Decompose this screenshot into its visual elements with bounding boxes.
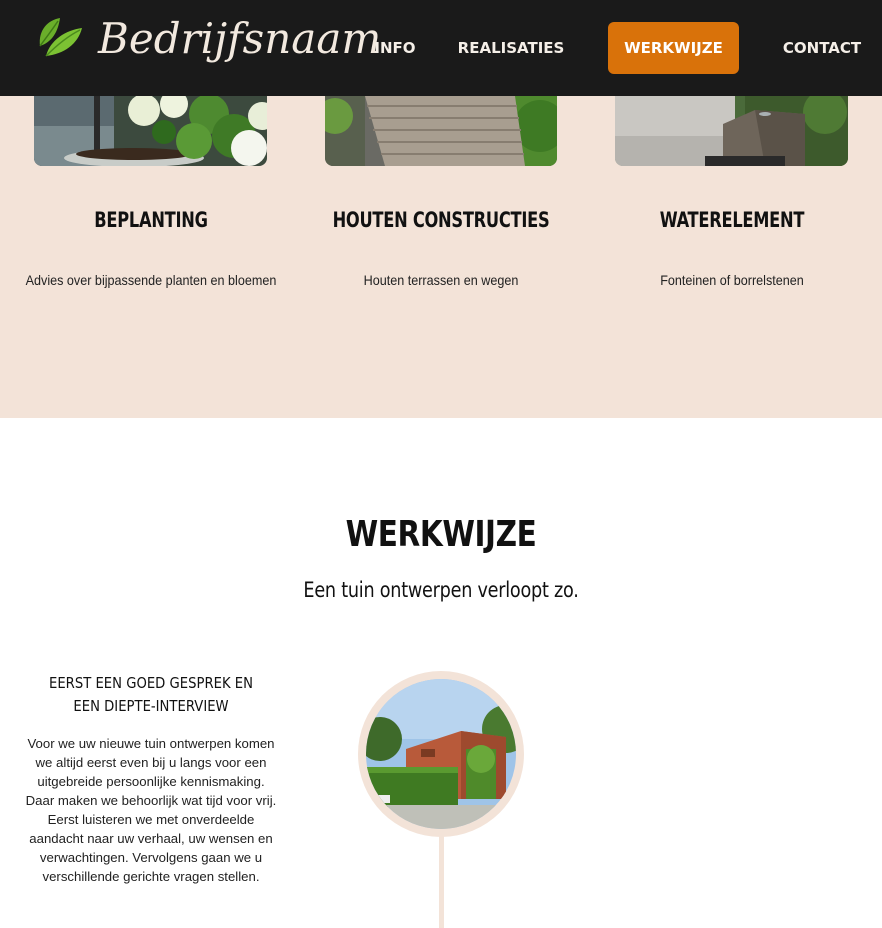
service-desc-beplanting: Advies over bijpassende planten en bloem… [25, 272, 277, 288]
service-desc-waterelement: Fonteinen of borrelstenen [660, 272, 804, 288]
service-title-houten-constructies: HOUTEN CONSTRUCTIES [332, 208, 550, 232]
leaf-logo-icon[interactable] [36, 16, 84, 58]
step-description: Voor we uw nieuwe tuin ontwerpen komen w… [25, 736, 277, 884]
site-header: Bedrijfsnaam INFO REALISATIES WERKWIJZE … [0, 0, 882, 96]
step-title: EERST EEN GOED GESPREK EN EEN DIEPTE-INT… [48, 674, 254, 715]
beplanting-image [34, 96, 267, 166]
waterelement-image [615, 96, 848, 166]
service-title-beplanting: BEPLANTING [94, 208, 208, 232]
houten-constructies-image [325, 96, 557, 166]
timeline-step-circle [358, 671, 524, 837]
service-desc-houten-constructies: Houten terrassen en wegen [363, 272, 519, 288]
nav-realisaties[interactable]: REALISATIES [452, 22, 570, 74]
nav-werkwijze-active[interactable]: WERKWIJZE [608, 22, 739, 74]
timeline-connector [439, 835, 444, 928]
werkwijze-subtitle: Een tuin ontwerpen verloopt zo. [303, 578, 579, 602]
services-section: BEPLANTING HOUTEN CONSTRUCTIES WATERELEM… [0, 96, 882, 418]
step-photo-house [366, 679, 516, 829]
nav-contact[interactable]: CONTACT [776, 22, 868, 74]
nav-info[interactable]: INFO [368, 22, 422, 74]
brand-name[interactable]: Bedrijfsnaam [98, 14, 381, 63]
werkwijze-title: WERKWIJZE [345, 514, 537, 555]
service-title-waterelement: WATERELEMENT [659, 208, 805, 232]
